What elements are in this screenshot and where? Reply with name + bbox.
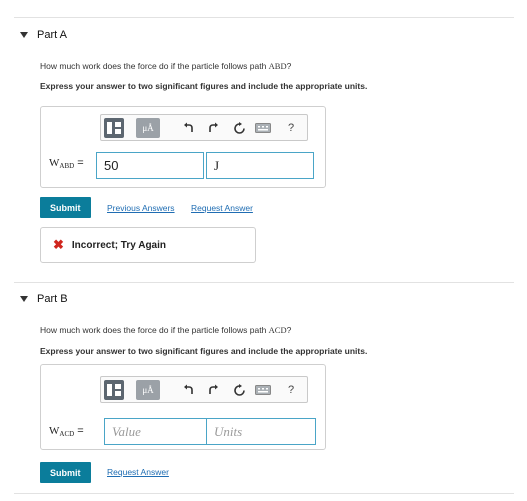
keyboard-icon[interactable] xyxy=(255,120,271,136)
part-a-question: How much work does the force do if the p… xyxy=(40,61,292,71)
part-b-path: ACD xyxy=(268,325,287,335)
redo-icon[interactable] xyxy=(205,382,221,398)
feedback-text: Incorrect; Try Again xyxy=(71,239,167,251)
chevron-down-icon xyxy=(20,296,28,302)
part-a-title: Part A xyxy=(37,29,67,41)
part-a-header[interactable]: Part A xyxy=(20,27,67,43)
part-a-value-input[interactable] xyxy=(96,152,204,179)
part-b-header[interactable]: Part B xyxy=(20,291,68,307)
part-a-instruction: Express your answer to two significant f… xyxy=(40,81,368,91)
previous-answers-link[interactable]: Previous Answers xyxy=(107,203,175,213)
part-a-units-input[interactable] xyxy=(206,152,314,179)
templates-icon[interactable] xyxy=(104,118,124,138)
reset-icon[interactable] xyxy=(231,120,247,136)
part-b-value-input[interactable] xyxy=(104,418,208,445)
part-a-answer-box: μÅ ? WABD = xyxy=(40,106,326,188)
help-icon[interactable]: ? xyxy=(283,382,299,398)
part-a-request-answer-link[interactable]: Request Answer xyxy=(191,203,253,213)
part-b-submit-button[interactable]: Submit xyxy=(40,462,91,483)
undo-icon[interactable] xyxy=(181,382,197,398)
part-b-answer-box: μÅ ? WACD = xyxy=(40,364,326,450)
templates-icon[interactable] xyxy=(104,380,124,400)
symbols-button[interactable]: μÅ xyxy=(136,118,160,138)
divider-middle xyxy=(14,282,514,283)
help-icon[interactable]: ? xyxy=(283,120,299,136)
part-b-instruction: Express your answer to two significant f… xyxy=(40,346,368,356)
divider-bottom xyxy=(14,493,514,494)
undo-icon[interactable] xyxy=(181,120,197,136)
symbols-button[interactable]: μÅ xyxy=(136,380,160,400)
part-b-units-input[interactable] xyxy=(206,418,316,445)
part-b-toolbar: μÅ ? xyxy=(100,376,308,403)
part-a-path: ABD xyxy=(268,61,287,71)
part-b-request-answer-link[interactable]: Request Answer xyxy=(107,467,169,477)
part-a-toolbar: μÅ ? xyxy=(100,114,308,141)
part-a-submit-button[interactable]: Submit xyxy=(40,197,91,218)
keyboard-icon[interactable] xyxy=(255,382,271,398)
part-b-question: How much work does the force do if the p… xyxy=(40,325,292,335)
incorrect-x-icon: ✖ xyxy=(53,237,64,252)
chevron-down-icon xyxy=(20,32,28,38)
part-b-variable-label: WACD = xyxy=(49,425,84,438)
part-a-feedback: ✖ Incorrect; Try Again xyxy=(40,227,256,263)
part-b-title: Part B xyxy=(37,293,68,305)
part-a-variable-label: WABD = xyxy=(49,157,84,170)
redo-icon[interactable] xyxy=(205,120,221,136)
divider-top xyxy=(14,17,514,18)
reset-icon[interactable] xyxy=(231,382,247,398)
